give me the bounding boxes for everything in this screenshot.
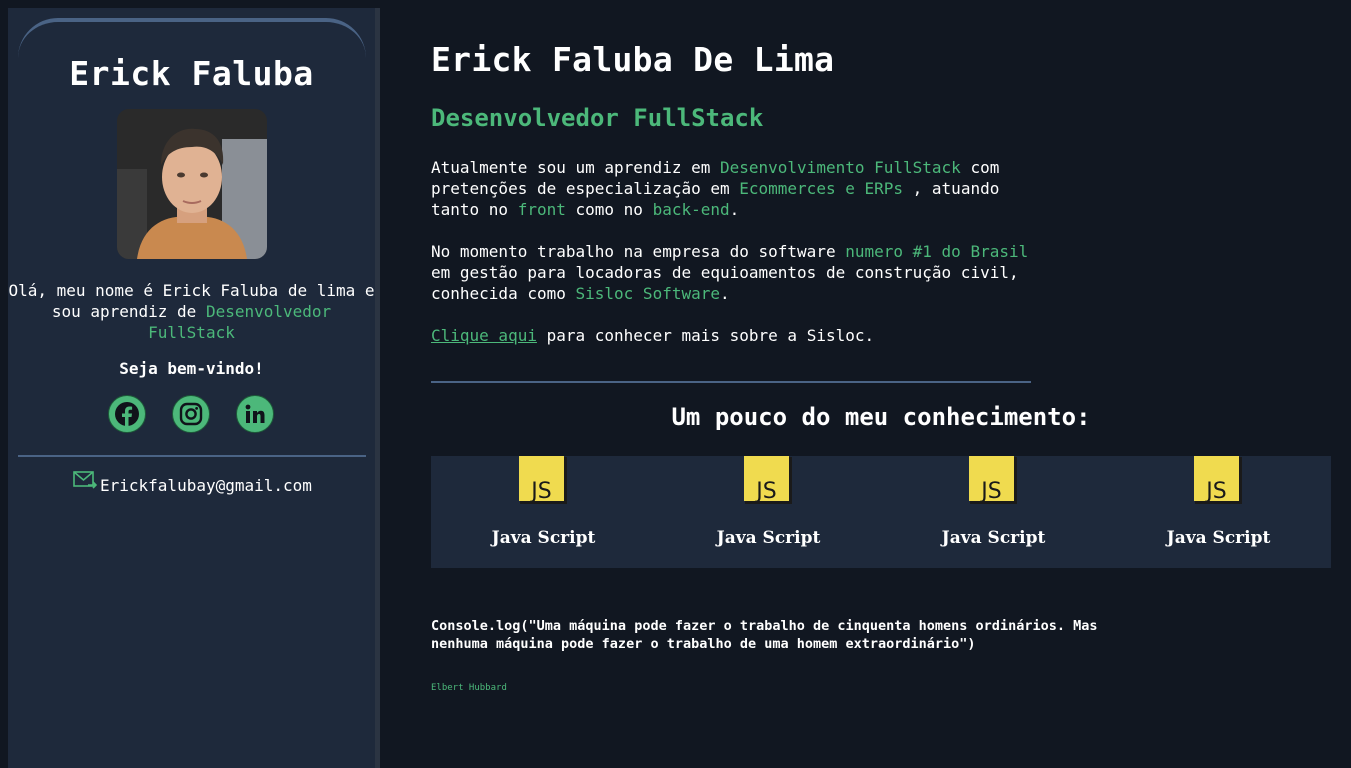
quote-author: Elbert Hubbard xyxy=(431,683,507,693)
skill-label: Java Script xyxy=(941,528,1046,548)
sidebar-name: Erick Faluba xyxy=(69,54,314,93)
skills-panel: JS Java Script JS Java Script JS Java Sc… xyxy=(431,456,1331,568)
about-text: Atualmente sou um aprendiz em xyxy=(431,158,720,177)
javascript-icon: JS xyxy=(969,456,1017,504)
skill-card: JS Java Script xyxy=(431,456,656,568)
avatar xyxy=(117,109,267,259)
profile-sidebar: Erick Faluba Olá, meu nome é Erick Falub… xyxy=(8,8,380,768)
about-paragraph: Atualmente sou um aprendiz em Desenvolvi… xyxy=(431,157,1041,220)
about-highlight: Desenvolvimento FullStack xyxy=(719,158,961,177)
skill-card: JS Java Script xyxy=(881,456,1106,568)
sisloc-text: para conhecer mais sobre a Sisloc. xyxy=(536,326,875,345)
sidebar-intro: Olá, meu nome é Erick Faluba de lima e s… xyxy=(8,280,375,343)
facebook-link[interactable] xyxy=(108,395,146,433)
page-subtitle: Desenvolvedor FullStack xyxy=(431,104,764,132)
javascript-icon: JS xyxy=(1194,456,1242,504)
quote-text: Console.log("Uma máquina pode fazer o tr… xyxy=(431,618,1098,652)
sisloc-link[interactable]: Clique aqui xyxy=(431,326,537,345)
page-title: Erick Faluba De Lima xyxy=(431,40,835,79)
svg-text:JS: JS xyxy=(529,479,551,504)
instagram-link[interactable] xyxy=(172,395,210,433)
skill-card: JS Java Script xyxy=(1106,456,1331,568)
work-text: No momento trabalho na empresa do softwa… xyxy=(431,242,846,261)
work-paragraph: No momento trabalho na empresa do softwa… xyxy=(431,241,1041,304)
about-text: . xyxy=(729,200,740,219)
about-highlight: front xyxy=(517,200,566,219)
sisloc-paragraph: Clique aqui para conhecer mais sobre a S… xyxy=(431,325,1041,346)
skill-card: JS Java Script xyxy=(656,456,881,568)
facebook-icon xyxy=(115,402,139,427)
javascript-icon: JS xyxy=(519,456,567,504)
javascript-icon: JS xyxy=(744,456,792,504)
instagram-icon xyxy=(179,402,203,426)
svg-text:JS: JS xyxy=(1204,479,1226,504)
skill-label: Java Script xyxy=(491,528,596,548)
skill-label: Java Script xyxy=(716,528,821,548)
work-text: . xyxy=(720,284,730,303)
mail-icon xyxy=(73,471,97,489)
work-highlight: numero #1 do Brasil xyxy=(845,242,1029,261)
work-highlight: Sisloc Software xyxy=(575,284,721,303)
about-highlight: Ecommerces e ERPs xyxy=(739,179,904,198)
linkedin-link[interactable] xyxy=(236,395,274,433)
svg-text:JS: JS xyxy=(979,479,1001,504)
about-text: como no xyxy=(565,200,653,219)
email-contact[interactable]: Erickfalubay@gmail.com xyxy=(73,470,312,495)
skill-label: Java Script xyxy=(1166,528,1271,548)
content-divider xyxy=(431,381,1031,383)
svg-text:JS: JS xyxy=(754,479,776,504)
linkedin-icon xyxy=(245,404,265,423)
skills-heading: Um pouco do meu conhecimento: xyxy=(671,403,1091,431)
welcome-text: Seja bem-vindo! xyxy=(119,359,264,378)
sidebar-divider xyxy=(18,455,366,457)
email-address[interactable]: Erickfalubay@gmail.com xyxy=(100,476,312,495)
about-highlight: back-end xyxy=(652,200,730,219)
